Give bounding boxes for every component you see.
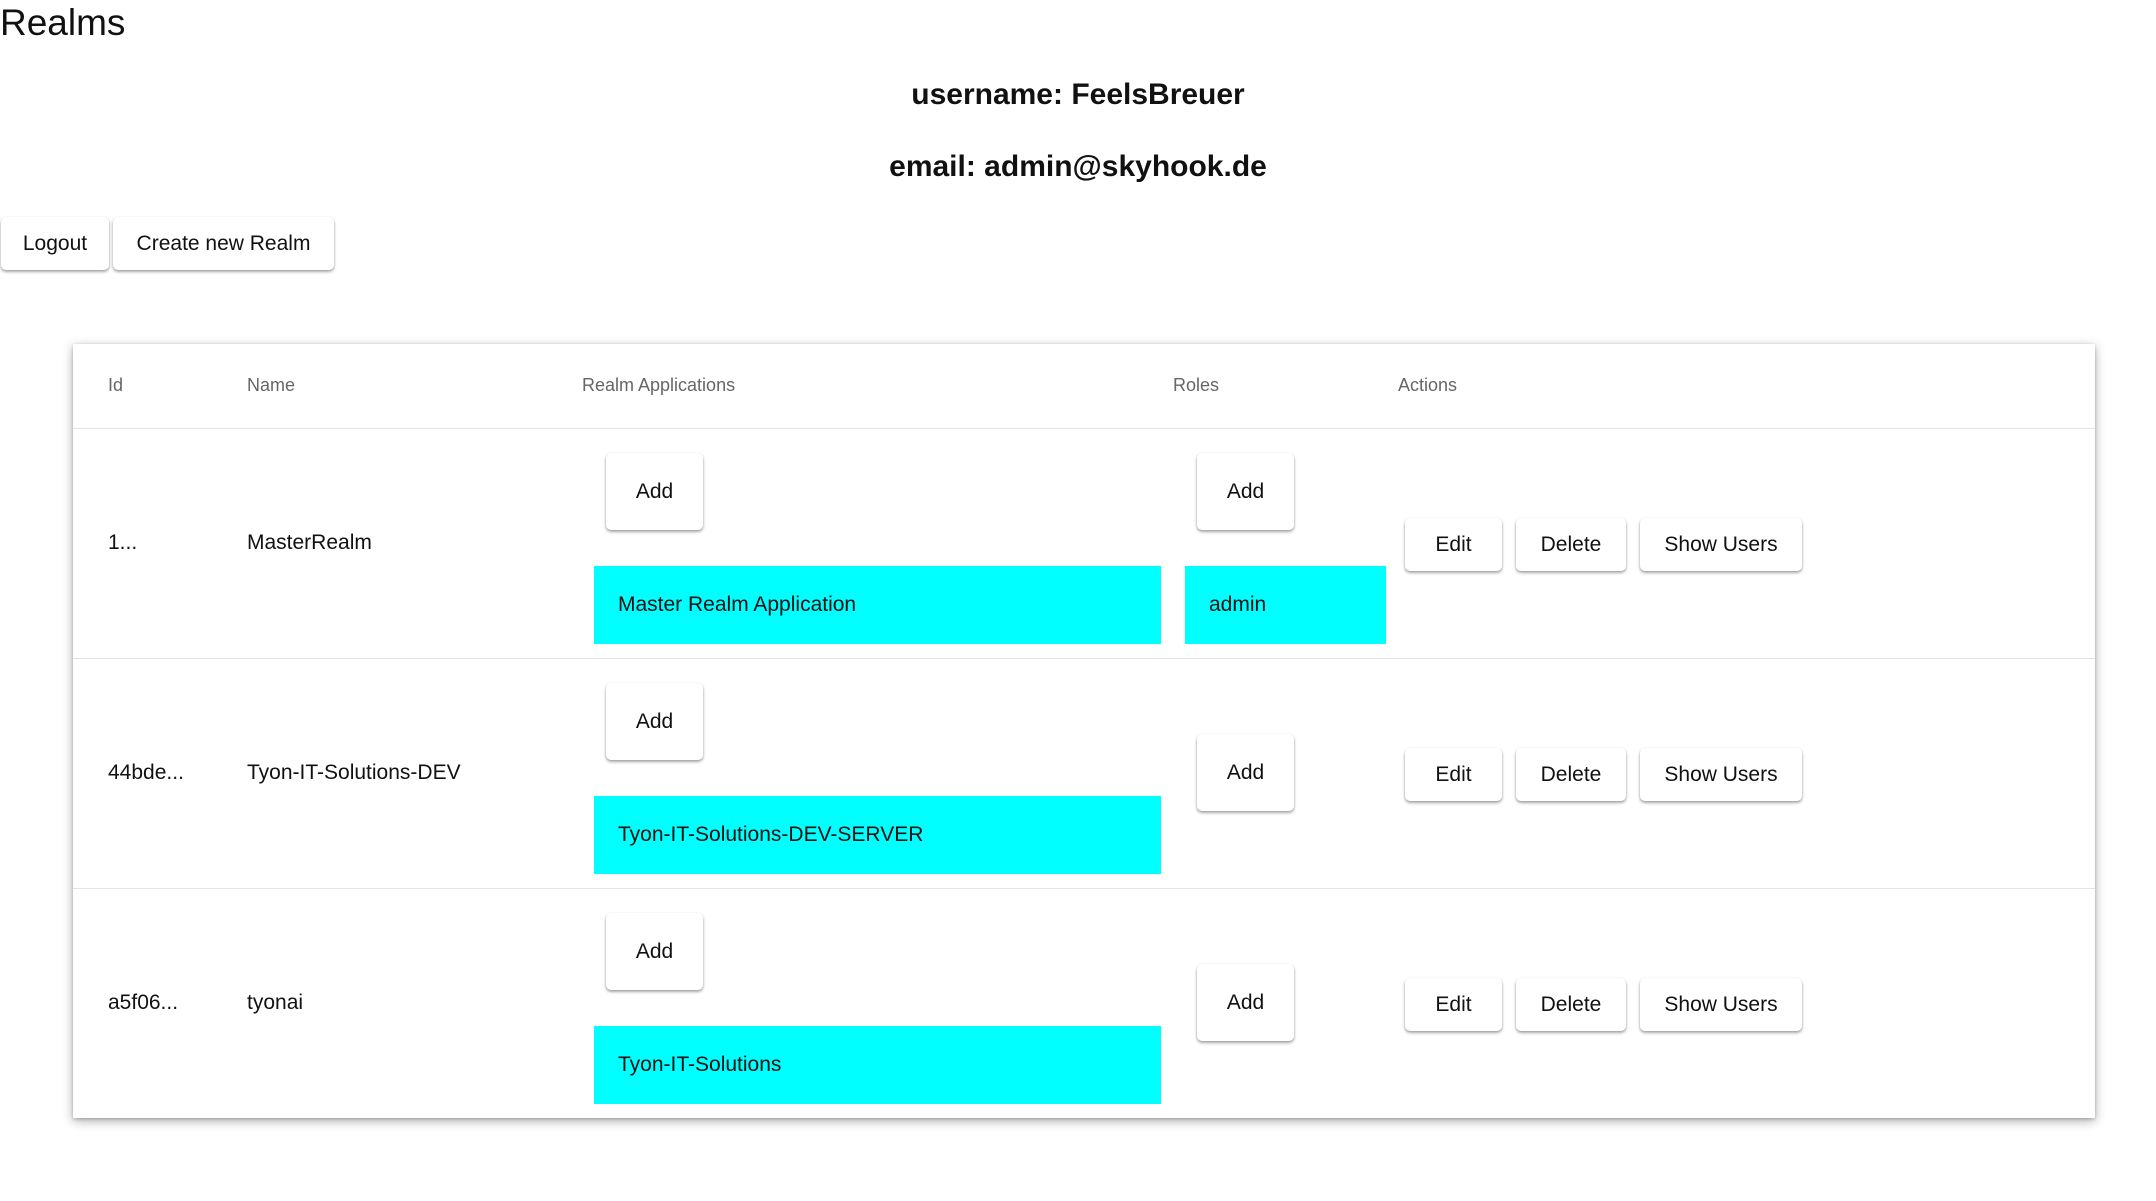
realm-name: MasterRealm: [247, 531, 372, 554]
edit-button[interactable]: Edit: [1405, 518, 1502, 571]
realm-id: a5f06...: [108, 991, 179, 1014]
logout-button[interactable]: Logout: [1, 217, 109, 270]
username-label: username: FeelsBreuer: [911, 78, 1245, 111]
show-users-button[interactable]: Show Users: [1640, 748, 1802, 801]
realm-application-chip[interactable]: Tyon-IT-Solutions: [594, 1026, 1161, 1104]
column-header-roles: Roles: [1173, 375, 1220, 395]
realms-table: Id Name Realm Applications Roles Actions…: [73, 344, 2095, 1118]
role-chip[interactable]: admin: [1185, 566, 1386, 644]
delete-button[interactable]: Delete: [1516, 748, 1626, 801]
add-role-button[interactable]: Add: [1197, 964, 1294, 1041]
delete-button[interactable]: Delete: [1516, 518, 1626, 571]
add-application-button[interactable]: Add: [606, 913, 703, 990]
column-header-realm-applications: Realm Applications: [582, 375, 736, 395]
delete-button[interactable]: Delete: [1516, 978, 1626, 1031]
page-title: Realms: [0, 2, 126, 43]
edit-button[interactable]: Edit: [1405, 978, 1502, 1031]
realm-id: 44bde...: [108, 761, 184, 784]
column-header-id: Id: [108, 375, 124, 395]
edit-button[interactable]: Edit: [1405, 748, 1502, 801]
create-realm-button[interactable]: Create new Realm: [113, 217, 334, 270]
table-row: 1... MasterRealm Add Master Realm Applic…: [73, 429, 2095, 659]
add-role-button[interactable]: Add: [1197, 734, 1294, 811]
realm-name: tyonai: [247, 991, 304, 1014]
column-header-actions: Actions: [1398, 375, 1458, 395]
realm-id: 1...: [108, 531, 138, 554]
show-users-button[interactable]: Show Users: [1640, 518, 1802, 571]
realm-name: Tyon-IT-Solutions-DEV: [247, 761, 461, 784]
realm-application-chip[interactable]: Master Realm Application: [594, 566, 1161, 644]
table-row: a5f06... tyonai Add Tyon-IT-Solutions Ad…: [73, 889, 2095, 1119]
show-users-button[interactable]: Show Users: [1640, 978, 1802, 1031]
column-header-name: Name: [247, 375, 296, 395]
add-application-button[interactable]: Add: [606, 453, 703, 530]
table-row: 44bde... Tyon-IT-Solutions-DEV Add Tyon-…: [73, 659, 2095, 889]
add-role-button[interactable]: Add: [1197, 453, 1294, 530]
email-label: email: admin@skyhook.de: [889, 150, 1267, 183]
realm-application-chip[interactable]: Tyon-IT-Solutions-DEV-SERVER: [594, 796, 1161, 874]
add-application-button[interactable]: Add: [606, 683, 703, 760]
